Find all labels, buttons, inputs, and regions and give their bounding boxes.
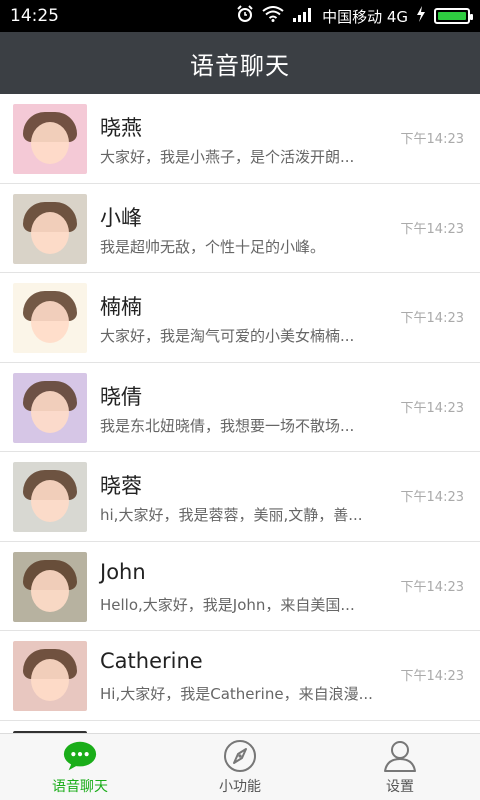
avatar	[13, 551, 87, 622]
chat-list-item[interactable]: John Hello,大家好，我是John，来自美国... 下午14:23	[0, 542, 480, 631]
contact-name: 晓倩	[100, 384, 142, 409]
tab-small-functions[interactable]: 小功能	[160, 734, 320, 800]
message-preview: 大家好，我是小燕子，是个活泼开朗...	[100, 148, 355, 166]
avatar	[13, 641, 87, 711]
chat-list-item[interactable]: 晓倩 我是东北妞晓倩，我想要一场不散场... 下午14:23	[0, 363, 480, 452]
avatar	[13, 372, 87, 443]
tab-label: 小功能	[219, 779, 261, 795]
chat-list-item[interactable]: 楠楠 大家好，我是淘气可爱的小美女楠楠... 下午14:23	[0, 273, 480, 363]
status-indicators: 中国移动 4G	[236, 5, 473, 27]
contact-name: 小峰	[100, 205, 142, 230]
message-preview: Hello,大家好，我是John，来自美国...	[100, 595, 355, 614]
battery-icon	[434, 8, 473, 24]
message-time: 下午14:23	[400, 221, 464, 237]
carrier-label: 中国移动 4G	[322, 7, 408, 26]
chat-list[interactable]: 晓燕 大家好，我是小燕子，是个活泼开朗... 下午14:23 小峰 我是超帅无敌…	[0, 94, 480, 733]
message-time: 下午14:23	[400, 311, 464, 326]
app-header: 语音聊天	[0, 32, 480, 94]
tab-label: 设置	[386, 779, 414, 795]
message-preview: hi,大家好，我是蓉蓉，美丽,文静，善...	[100, 506, 363, 524]
tab-settings[interactable]: 设置	[320, 734, 480, 800]
message-preview: 大家好，我是淘气可爱的小美女楠楠...	[100, 327, 355, 345]
message-time: 下午14:23	[400, 579, 464, 595]
message-preview: Hi,大家好，我是Catherine，来自浪漫...	[100, 685, 373, 703]
avatar	[13, 283, 87, 353]
message-preview: 我是东北妞晓倩，我想要一场不散场...	[100, 416, 355, 435]
avatar	[13, 104, 87, 174]
compass-icon	[222, 740, 258, 772]
avatar	[13, 193, 87, 264]
chat-list-item[interactable]: 晓燕 大家好，我是小燕子，是个活泼开朗... 下午14:23	[0, 94, 480, 184]
message-time: 下午14:23	[400, 490, 464, 505]
contact-name: 楠楠	[100, 295, 142, 319]
avatar	[13, 462, 87, 532]
chat-list-item-partial[interactable]	[0, 721, 480, 733]
bottom-tab-bar: 语音聊天 小功能 设置	[0, 733, 480, 800]
chat-list-item[interactable]: Catherine Hi,大家好，我是Catherine，来自浪漫... 下午1…	[0, 631, 480, 721]
status-time: 14:25	[10, 6, 59, 26]
contact-name: 晓蓉	[100, 474, 142, 498]
chat-bubble-icon	[62, 740, 98, 772]
page-title: 语音聊天	[190, 51, 290, 80]
message-preview: 我是超帅无敌，个性十足的小峰。	[100, 237, 326, 256]
message-time: 下午14:23	[400, 669, 464, 684]
tab-voice-chat[interactable]: 语音聊天	[0, 734, 160, 800]
person-icon	[382, 740, 418, 772]
message-time: 下午14:23	[400, 132, 464, 147]
chat-list-item[interactable]: 小峰 我是超帅无敌，个性十足的小峰。 下午14:23	[0, 184, 480, 273]
contact-name: 晓燕	[100, 116, 142, 140]
status-bar: 14:25 中国移动 4G	[0, 0, 480, 32]
message-time: 下午14:23	[400, 400, 464, 416]
signal-icon	[292, 6, 314, 26]
contact-name: Catherine	[100, 649, 203, 673]
charging-icon	[416, 6, 426, 26]
contact-name: John	[100, 559, 146, 584]
wifi-icon	[262, 6, 284, 26]
tab-label: 语音聊天	[52, 779, 108, 795]
alarm-icon	[236, 5, 254, 27]
chat-list-item[interactable]: 晓蓉 hi,大家好，我是蓉蓉，美丽,文静，善... 下午14:23	[0, 452, 480, 542]
